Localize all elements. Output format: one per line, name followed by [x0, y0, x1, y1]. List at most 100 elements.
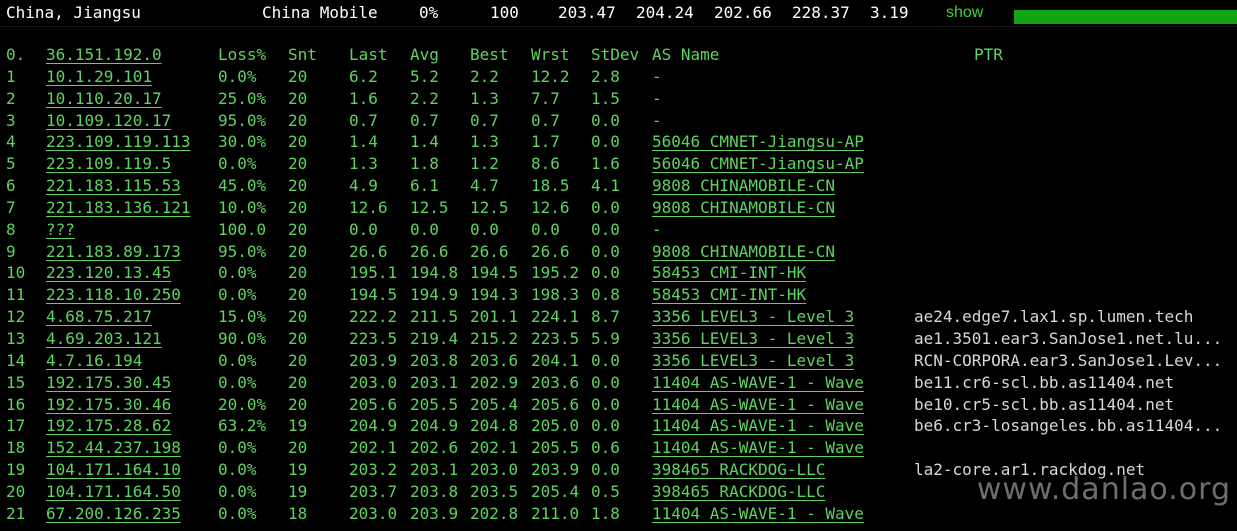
hop-as[interactable]: 9808 CHINAMOBILE-CN	[652, 241, 835, 263]
hop-host[interactable]: ???	[46, 219, 75, 241]
hop-host[interactable]: 67.200.126.235	[46, 503, 181, 525]
hop-idx: 12	[6, 307, 26, 327]
hop-as[interactable]: 11404 AS-WAVE-1 - Wave	[652, 372, 864, 394]
summary-last: 203.47	[558, 3, 616, 22]
hop-host[interactable]: 104.171.164.10	[46, 459, 181, 481]
hop-loss: 45.0%	[218, 176, 267, 196]
hop-host[interactable]: 192.175.28.62	[46, 415, 171, 437]
hop-ptr: RCN-CORPORA.ear3.SanJose1.Lev...	[914, 350, 1223, 370]
mtr-table: 0. 36.151.192.0 Loss% Snt Last Avg Best …	[0, 44, 1237, 525]
hop-avg: 194.9	[410, 285, 459, 305]
hop-best: 26.6	[470, 241, 509, 261]
hop-avg: 0.0	[410, 219, 439, 239]
hop-last: 203.9	[349, 350, 398, 370]
hop-avg: 219.4	[410, 328, 459, 348]
hop-host[interactable]: 223.109.119.5	[46, 153, 171, 175]
hop-best: 0.7	[470, 110, 499, 130]
table-row: 7 221.183.136.121 10.0% 20 12.6 12.5 12.5 12.6 0…	[0, 197, 1237, 219]
hop-wrst: 205.5	[531, 438, 580, 458]
show-link[interactable]: show	[946, 4, 983, 22]
hop-host[interactable]: 221.183.136.121	[46, 197, 191, 219]
header-idx: 0.	[6, 45, 26, 64]
hop-idx: 14	[6, 350, 26, 370]
hop-as[interactable]: 58453 CMI-INT-HK	[652, 262, 806, 284]
hop-host[interactable]: 104.171.164.50	[46, 481, 181, 503]
hop-loss: 25.0%	[218, 88, 267, 108]
hop-as[interactable]: 3356 LEVEL3 - Level 3	[652, 350, 854, 372]
hop-as[interactable]: 11404 AS-WAVE-1 - Wave	[652, 415, 864, 437]
hop-idx: 4	[6, 132, 16, 152]
hop-host[interactable]: 223.109.119.113	[46, 131, 191, 153]
hop-idx: 9	[6, 241, 16, 261]
header-host[interactable]: 36.151.192.0	[46, 44, 162, 66]
hop-as[interactable]: 56046 CMNET-Jiangsu-AP	[652, 131, 864, 153]
hop-loss: 0.0%	[218, 263, 257, 283]
hop-as[interactable]: 58453 CMI-INT-HK	[652, 284, 806, 306]
watermark: www.danlao.org	[976, 472, 1231, 507]
hop-host[interactable]: 152.44.237.198	[46, 437, 181, 459]
hop-loss: 95.0%	[218, 110, 267, 130]
hop-as[interactable]: 56046 CMNET-Jiangsu-AP	[652, 153, 864, 175]
hop-host[interactable]: 4.69.203.121	[46, 328, 162, 350]
hop-last: 223.5	[349, 328, 398, 348]
hop-stdev: 5.9	[591, 328, 620, 348]
hop-as[interactable]: 398465 RACKDOG-LLC	[652, 481, 825, 503]
hop-as[interactable]: 11404 AS-WAVE-1 - Wave	[652, 437, 864, 459]
hop-stdev: 0.5	[591, 481, 620, 501]
hop-host[interactable]: 10.110.20.17	[46, 88, 162, 110]
header-last: Last	[349, 45, 388, 64]
hop-stdev: 0.0	[591, 372, 620, 392]
hop-as[interactable]: 9808 CHINAMOBILE-CN	[652, 197, 835, 219]
hop-loss: 100.0	[218, 219, 267, 239]
hop-as[interactable]: 398465 RACKDOG-LLC	[652, 459, 825, 481]
hop-snt: 20	[288, 307, 308, 327]
hop-host[interactable]: 221.183.115.53	[46, 175, 181, 197]
hop-best: 4.7	[470, 176, 499, 196]
hop-last: 1.3	[349, 154, 378, 174]
hop-snt: 20	[288, 285, 308, 305]
hop-host[interactable]: 192.175.30.45	[46, 372, 171, 394]
hop-wrst: 12.2	[531, 66, 570, 86]
hop-as[interactable]: 3356 LEVEL3 - Level 3	[652, 328, 854, 350]
hop-snt: 20	[288, 176, 308, 196]
hop-last: 195.1	[349, 263, 398, 283]
table-row: 12 4.68.75.217 15.0% 20 222.2 211.5 201.1 224.1…	[0, 306, 1237, 328]
hop-best: 203.0	[470, 460, 519, 480]
hop-wrst: 198.3	[531, 285, 580, 305]
hop-best: 194.3	[470, 285, 519, 305]
hop-last: 0.0	[349, 219, 378, 239]
summary-best: 202.66	[714, 3, 772, 22]
hop-wrst: 12.6	[531, 197, 570, 217]
hop-host[interactable]: 10.109.120.17	[46, 110, 171, 132]
hop-as[interactable]: 11404 AS-WAVE-1 - Wave	[652, 394, 864, 416]
hop-as[interactable]: 3356 LEVEL3 - Level 3	[652, 306, 854, 328]
hop-host[interactable]: 221.183.89.173	[46, 241, 181, 263]
hop-snt: 20	[288, 88, 308, 108]
loss-bar	[1014, 10, 1237, 24]
hop-snt: 19	[288, 416, 308, 436]
hop-idx: 6	[6, 176, 16, 196]
hop-as[interactable]: 11404 AS-WAVE-1 - Wave	[652, 503, 864, 525]
hop-host[interactable]: 10.1.29.101	[46, 66, 152, 88]
hop-idx: 20	[6, 481, 26, 501]
hop-best: 0.0	[470, 219, 499, 239]
hop-snt: 20	[288, 154, 308, 174]
table-row: 9 221.183.89.173 95.0% 20 26.6 26.6 26.6 26.6 0.…	[0, 241, 1237, 263]
hop-stdev: 0.0	[591, 197, 620, 217]
hop-avg: 12.5	[410, 197, 449, 217]
hop-host[interactable]: 4.7.16.194	[46, 350, 142, 372]
hop-host[interactable]: 223.118.10.250	[46, 284, 181, 306]
hop-wrst: 195.2	[531, 263, 580, 283]
hop-host[interactable]: 4.68.75.217	[46, 306, 152, 328]
hop-host[interactable]: 192.175.30.46	[46, 394, 171, 416]
hop-as[interactable]: 9808 CHINAMOBILE-CN	[652, 175, 835, 197]
hop-loss: 0.0%	[218, 285, 257, 305]
hop-idx: 17	[6, 416, 26, 436]
hop-avg: 202.6	[410, 438, 459, 458]
hop-loss: 0.0%	[218, 438, 257, 458]
summary-worst: 228.37	[792, 3, 850, 22]
hop-snt: 20	[288, 372, 308, 392]
table-row: 11 223.118.10.250 0.0% 20 194.5 194.9 194.3 198…	[0, 284, 1237, 306]
hop-host[interactable]: 223.120.13.45	[46, 262, 171, 284]
hop-best: 202.8	[470, 503, 519, 523]
